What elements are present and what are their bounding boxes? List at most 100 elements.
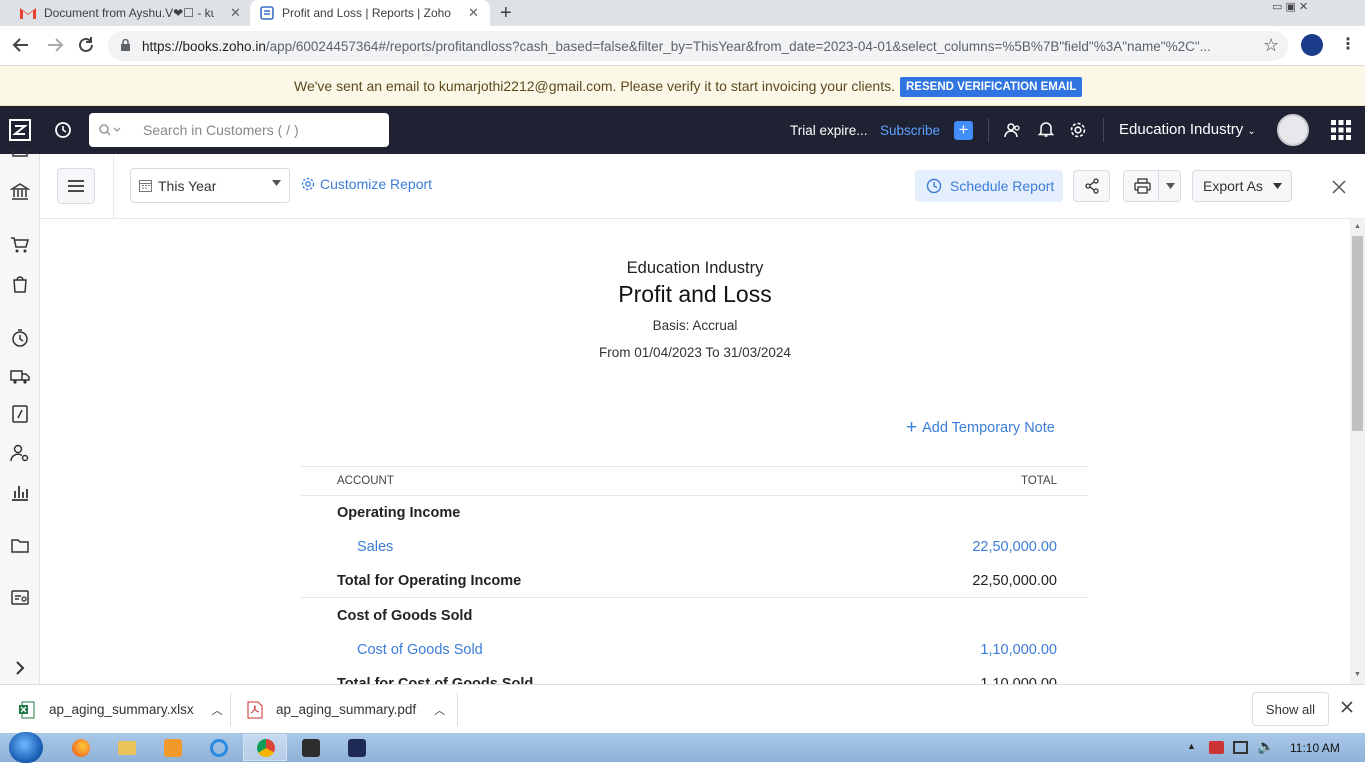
tray-expand-icon[interactable]: ▲ <box>1187 741 1196 751</box>
caret-down-icon[interactable] <box>1166 183 1175 189</box>
close-icon[interactable]: ✕ <box>230 5 241 21</box>
zoho-books-icon <box>260 6 274 20</box>
back-icon[interactable] <box>12 36 30 54</box>
shopping-bag-icon[interactable] <box>10 274 30 294</box>
tab-title: Profit and Loss | Reports | Zoho B <box>282 6 452 20</box>
chevron-up-icon[interactable]: ︿ <box>212 702 223 718</box>
table-row-section: Cost of Goods Sold <box>301 599 1087 633</box>
app-taskbar-icon[interactable] <box>348 739 366 757</box>
row-label: Operating Income <box>337 505 461 521</box>
folder-icon[interactable] <box>10 535 30 555</box>
close-downloads-icon[interactable] <box>1341 701 1353 713</box>
account-link[interactable]: Sales <box>357 539 393 555</box>
report-scrollbar[interactable]: ▲ ▼ <box>1350 219 1365 684</box>
report-date-range: From 01/04/2023 To 31/03/2024 <box>599 345 791 360</box>
start-button[interactable] <box>9 732 43 763</box>
table-row-account[interactable]: Cost of Goods Sold 1,10,000.00 <box>301 633 1087 667</box>
network-tray-icon[interactable] <box>1233 741 1248 754</box>
table-row-account[interactable]: Sales 22,50,000.00 <box>301 530 1087 564</box>
browser-tab-gmail[interactable]: Document from Ayshu.V❤☐ - ku ✕ <box>12 0 248 26</box>
journal-icon[interactable] <box>10 404 30 424</box>
banner-message: We've sent an email to kumarjothi2212@gm… <box>294 78 895 94</box>
forward-icon[interactable] <box>46 36 64 54</box>
file-explorer-taskbar-icon[interactable] <box>118 741 136 755</box>
divider <box>1103 118 1104 142</box>
row-label: Cost of Goods Sold <box>337 608 473 624</box>
gmail-icon <box>20 7 36 19</box>
chrome-taskbar-button[interactable] <box>243 734 287 761</box>
schedule-report-button[interactable]: Schedule Report <box>915 170 1063 202</box>
close-report-icon[interactable] <box>1332 180 1346 194</box>
divider <box>457 693 458 726</box>
user-gear-icon[interactable] <box>10 443 30 463</box>
chevron-up-icon[interactable]: ︿ <box>434 702 445 718</box>
customize-report-link[interactable]: Customize Report <box>301 176 432 192</box>
export-as-button[interactable]: Export As <box>1192 170 1292 202</box>
share-button[interactable] <box>1073 170 1110 202</box>
period-select[interactable]: This Year <box>130 168 290 203</box>
quick-create-button[interactable]: + <box>954 121 973 140</box>
expand-sidebar-icon[interactable] <box>10 658 30 678</box>
zoho-books-logo-icon[interactable] <box>7 117 33 143</box>
app-taskbar-icon[interactable] <box>302 739 320 757</box>
org-switcher[interactable]: Education Industry ⌄ <box>1119 121 1256 138</box>
recent-history-icon[interactable] <box>54 121 72 139</box>
account-link[interactable]: Cost of Goods Sold <box>357 642 483 658</box>
new-tab-icon[interactable]: + <box>500 2 512 25</box>
browser-toolbar: https://books.zoho.in/app/60024457364#/r… <box>0 26 1365 66</box>
schedule-label: Schedule Report <box>950 178 1055 194</box>
add-note-label: Add Temporary Note <box>922 420 1055 436</box>
org-name: Education Industry <box>1119 121 1244 138</box>
download-item[interactable]: ap_aging_summary.xlsx ︿ <box>19 685 223 734</box>
notifications-bell-icon[interactable] <box>1037 120 1055 138</box>
app-header: Search in Customers ( / ) Trial expire..… <box>0 106 1365 154</box>
scrollbar-thumb[interactable] <box>1352 236 1363 431</box>
printer-icon <box>1134 178 1151 194</box>
app-grid-icon[interactable] <box>1331 120 1351 140</box>
user-avatar[interactable] <box>1277 114 1309 146</box>
gear-icon <box>301 177 315 191</box>
flag-tray-icon[interactable] <box>1209 741 1224 754</box>
volume-tray-icon[interactable]: 🔈 <box>1257 738 1274 755</box>
scroll-down-arrow-icon[interactable]: ▼ <box>1354 671 1361 678</box>
media-player-taskbar-icon[interactable] <box>164 739 182 757</box>
column-header-total: TOTAL <box>1021 475 1057 487</box>
bookmark-star-icon[interactable]: ☆ <box>1263 35 1279 56</box>
cart-icon[interactable] <box>10 235 30 255</box>
browser-tab-zoho[interactable]: Profit and Loss | Reports | Zoho B ✕ <box>250 0 490 26</box>
timer-icon[interactable] <box>10 328 30 348</box>
reload-icon[interactable] <box>77 36 95 54</box>
customize-label: Customize Report <box>320 176 433 192</box>
trial-status: Trial expire... <box>790 123 868 138</box>
window-controls[interactable]: ▭ ▣ ✕ <box>1272 0 1308 13</box>
bank-icon[interactable] <box>10 182 30 202</box>
settings-gear-icon[interactable] <box>1069 121 1087 139</box>
profile-avatar[interactable] <box>1301 34 1323 56</box>
add-temporary-note-link[interactable]: + Add Temporary Note <box>906 418 1055 437</box>
reports-chart-icon[interactable] <box>10 482 30 502</box>
menu-toggle-button[interactable] <box>57 168 95 204</box>
row-label: Total for Operating Income <box>337 573 522 589</box>
show-all-button[interactable]: Show all <box>1252 692 1329 726</box>
firefox-taskbar-icon[interactable] <box>72 739 90 757</box>
sidebar-item-partial-icon[interactable] <box>10 150 30 170</box>
divider <box>988 118 989 142</box>
divider <box>1158 171 1159 201</box>
truck-icon[interactable] <box>10 366 30 386</box>
config-icon[interactable] <box>10 588 30 608</box>
download-item[interactable]: ap_aging_summary.pdf ︿ <box>247 685 445 734</box>
amount-link[interactable]: 22,50,000.00 <box>972 539 1057 555</box>
close-icon[interactable]: ✕ <box>468 5 479 21</box>
table-row-section: Operating Income <box>301 496 1087 530</box>
users-icon[interactable] <box>1004 121 1022 139</box>
internet-explorer-taskbar-icon[interactable] <box>210 739 228 757</box>
search-input[interactable]: Search in Customers ( / ) <box>89 113 389 147</box>
amount-link[interactable]: 1,10,000.00 <box>980 642 1057 658</box>
print-button[interactable] <box>1123 170 1181 202</box>
address-bar[interactable]: https://books.zoho.in/app/60024457364#/r… <box>108 31 1288 61</box>
more-menu-icon[interactable]: ⋮ <box>1340 34 1356 54</box>
resend-verification-button[interactable]: RESEND VERIFICATION EMAIL <box>900 77 1083 97</box>
subscribe-link[interactable]: Subscribe <box>880 123 940 138</box>
scroll-up-arrow-icon[interactable]: ▲ <box>1354 223 1361 230</box>
taskbar-clock[interactable]: 11:10 AM <box>1290 741 1340 755</box>
